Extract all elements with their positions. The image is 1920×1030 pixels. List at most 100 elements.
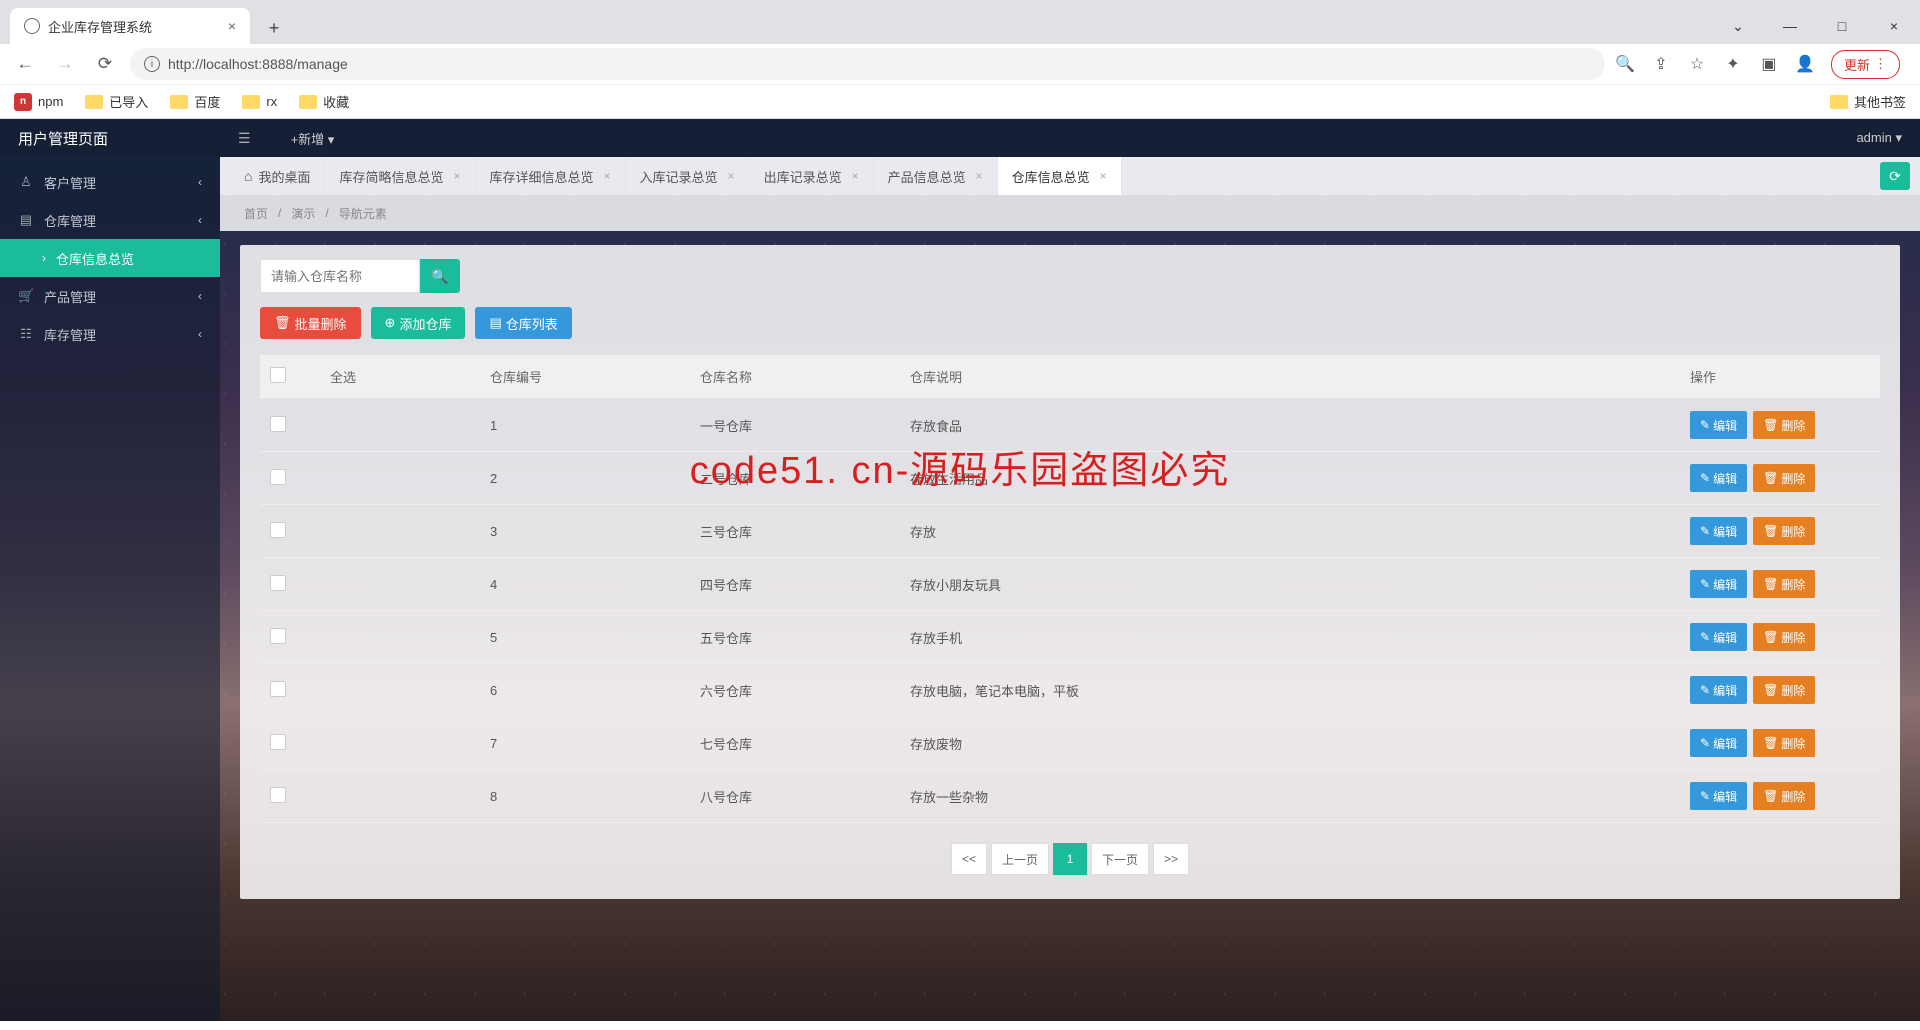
page-next[interactable]: 下一页 — [1091, 843, 1149, 875]
cell-id: 2 — [480, 452, 690, 505]
select-all-checkbox[interactable] — [270, 367, 286, 383]
minimize-button[interactable]: — — [1764, 8, 1816, 44]
close-icon[interactable]: × — [228, 18, 236, 34]
reload-button[interactable]: ⟳ — [90, 49, 120, 79]
bookmark-baidu[interactable]: 百度 — [170, 92, 220, 111]
page-current[interactable]: 1 — [1053, 843, 1087, 875]
row-checkbox[interactable] — [270, 522, 286, 538]
breadcrumb-demo[interactable]: 演示 — [291, 205, 315, 222]
edit-button[interactable]: ✎ 编辑 — [1690, 623, 1747, 651]
tab-inventory-brief[interactable]: 库存简略信息总览× — [325, 157, 475, 195]
browser-tab[interactable]: 企业库存管理系统 × — [10, 8, 250, 44]
breadcrumb-home[interactable]: 首页 — [244, 205, 268, 222]
close-icon[interactable]: × — [454, 169, 461, 183]
back-button[interactable]: ← — [10, 49, 40, 79]
row-checkbox[interactable] — [270, 628, 286, 644]
search-button[interactable]: 🔍 — [420, 259, 460, 293]
delete-button[interactable]: 🗑 删除 — [1753, 411, 1815, 439]
edit-button[interactable]: ✎ 编辑 — [1690, 570, 1747, 598]
delete-button[interactable]: 🗑 删除 — [1753, 676, 1815, 704]
tab-product[interactable]: 产品信息总览× — [874, 157, 998, 195]
pencil-icon: ✎ — [1700, 736, 1710, 750]
page-last[interactable]: >> — [1153, 843, 1189, 875]
new-tab-button[interactable]: + — [258, 12, 290, 44]
bookmark-favorites[interactable]: 收藏 — [299, 92, 349, 111]
delete-button[interactable]: 🗑 删除 — [1753, 782, 1815, 810]
chevron-left-icon: ‹ — [198, 213, 202, 227]
maximize-button[interactable]: □ — [1816, 8, 1868, 44]
add-new-button[interactable]: +新增 ▾ — [291, 129, 335, 148]
zoom-icon[interactable]: 🔍 — [1615, 54, 1635, 74]
edit-button[interactable]: ✎ 编辑 — [1690, 464, 1747, 492]
tab-inbound[interactable]: 入库记录总览× — [626, 157, 750, 195]
forward-button[interactable]: → — [50, 49, 80, 79]
share-icon[interactable]: ⇪ — [1651, 54, 1671, 74]
row-checkbox[interactable] — [270, 787, 286, 803]
bookmark-npm[interactable]: nnpm — [14, 93, 63, 111]
restore-down-icon[interactable]: ⌄ — [1712, 8, 1764, 44]
edit-button[interactable]: ✎ 编辑 — [1690, 782, 1747, 810]
cell-desc: 存放小朋友玩具 — [900, 558, 1680, 611]
sidebar-item-product[interactable]: 🛒产品管理‹ — [0, 277, 220, 315]
app-root: 用户管理页面 ☰ +新增 ▾ admin ▾ ♙客户管理‹ ▤仓库管理‹ ›仓库… — [0, 119, 1920, 1021]
chevron-right-icon: › — [42, 251, 46, 265]
page-first[interactable]: << — [951, 843, 987, 875]
extensions-icon[interactable]: ✦ — [1723, 54, 1743, 74]
panel-icon[interactable]: ▣ — [1759, 54, 1779, 74]
row-checkbox[interactable] — [270, 681, 286, 697]
warehouse-list-button[interactable]: ▤仓库列表 — [475, 307, 571, 339]
sidebar-item-customer[interactable]: ♙客户管理‹ — [0, 163, 220, 201]
table-row: 5五号仓库存放手机✎ 编辑🗑 删除 — [260, 611, 1880, 664]
update-button[interactable]: 更新⋮ — [1831, 50, 1900, 79]
edit-button[interactable]: ✎ 编辑 — [1690, 517, 1747, 545]
star-icon[interactable]: ☆ — [1687, 54, 1707, 74]
profile-icon[interactable]: 👤 — [1795, 54, 1815, 74]
row-checkbox[interactable] — [270, 575, 286, 591]
tab-inventory-detail[interactable]: 库存详细信息总览× — [476, 157, 626, 195]
cell-id: 3 — [480, 505, 690, 558]
close-button[interactable]: × — [1868, 8, 1920, 44]
page-prev[interactable]: 上一页 — [991, 843, 1049, 875]
table-row: 4四号仓库存放小朋友玩具✎ 编辑🗑 删除 — [260, 558, 1880, 611]
close-icon[interactable]: × — [604, 169, 611, 183]
sidebar-sub-warehouse-overview[interactable]: ›仓库信息总览 — [0, 239, 220, 277]
row-checkbox[interactable] — [270, 469, 286, 485]
sidebar-item-warehouse[interactable]: ▤仓库管理‹ — [0, 201, 220, 239]
delete-button[interactable]: 🗑 删除 — [1753, 464, 1815, 492]
tab-warehouse[interactable]: 仓库信息总览× — [998, 157, 1122, 195]
add-warehouse-button[interactable]: ⊕添加仓库 — [371, 307, 466, 339]
cell-desc: 存放生活用品 — [900, 452, 1680, 505]
row-checkbox[interactable] — [270, 416, 286, 432]
delete-button[interactable]: 🗑 删除 — [1753, 623, 1815, 651]
delete-button[interactable]: 🗑 删除 — [1753, 517, 1815, 545]
search-input[interactable] — [260, 259, 420, 293]
sidebar-item-inventory[interactable]: ☷库存管理‹ — [0, 315, 220, 353]
trash-icon: 🗑 — [274, 315, 291, 331]
trash-icon: 🗑 — [1763, 630, 1778, 644]
address-bar[interactable]: i http://localhost:8888/manage — [130, 48, 1605, 80]
tab-desktop[interactable]: ⌂我的桌面 — [230, 157, 325, 195]
close-icon[interactable]: × — [976, 169, 983, 183]
edit-button[interactable]: ✎ 编辑 — [1690, 676, 1747, 704]
delete-button[interactable]: 🗑 删除 — [1753, 729, 1815, 757]
batch-delete-button[interactable]: 🗑批量删除 — [260, 307, 361, 339]
close-icon[interactable]: × — [1100, 169, 1107, 183]
pencil-icon: ✎ — [1700, 630, 1710, 644]
hamburger-icon[interactable]: ☰ — [238, 130, 251, 147]
edit-button[interactable]: ✎ 编辑 — [1690, 411, 1747, 439]
close-icon[interactable]: × — [852, 169, 859, 183]
delete-button[interactable]: 🗑 删除 — [1753, 570, 1815, 598]
close-icon[interactable]: × — [728, 169, 735, 183]
cell-id: 6 — [480, 664, 690, 717]
bookmark-rx[interactable]: rx — [242, 94, 277, 109]
bookmark-imported[interactable]: 已导入 — [85, 92, 148, 111]
user-menu[interactable]: admin ▾ — [1856, 130, 1902, 146]
edit-button[interactable]: ✎ 编辑 — [1690, 729, 1747, 757]
app-title: 用户管理页面 — [18, 128, 108, 149]
other-bookmarks[interactable]: 其他书签 — [1830, 92, 1906, 111]
row-checkbox[interactable] — [270, 734, 286, 750]
table-row: 3三号仓库存放✎ 编辑🗑 删除 — [260, 505, 1880, 558]
col-select-all: 全选 — [320, 355, 480, 399]
refresh-button[interactable]: ⟳ — [1880, 162, 1910, 190]
tab-outbound[interactable]: 出库记录总览× — [750, 157, 874, 195]
